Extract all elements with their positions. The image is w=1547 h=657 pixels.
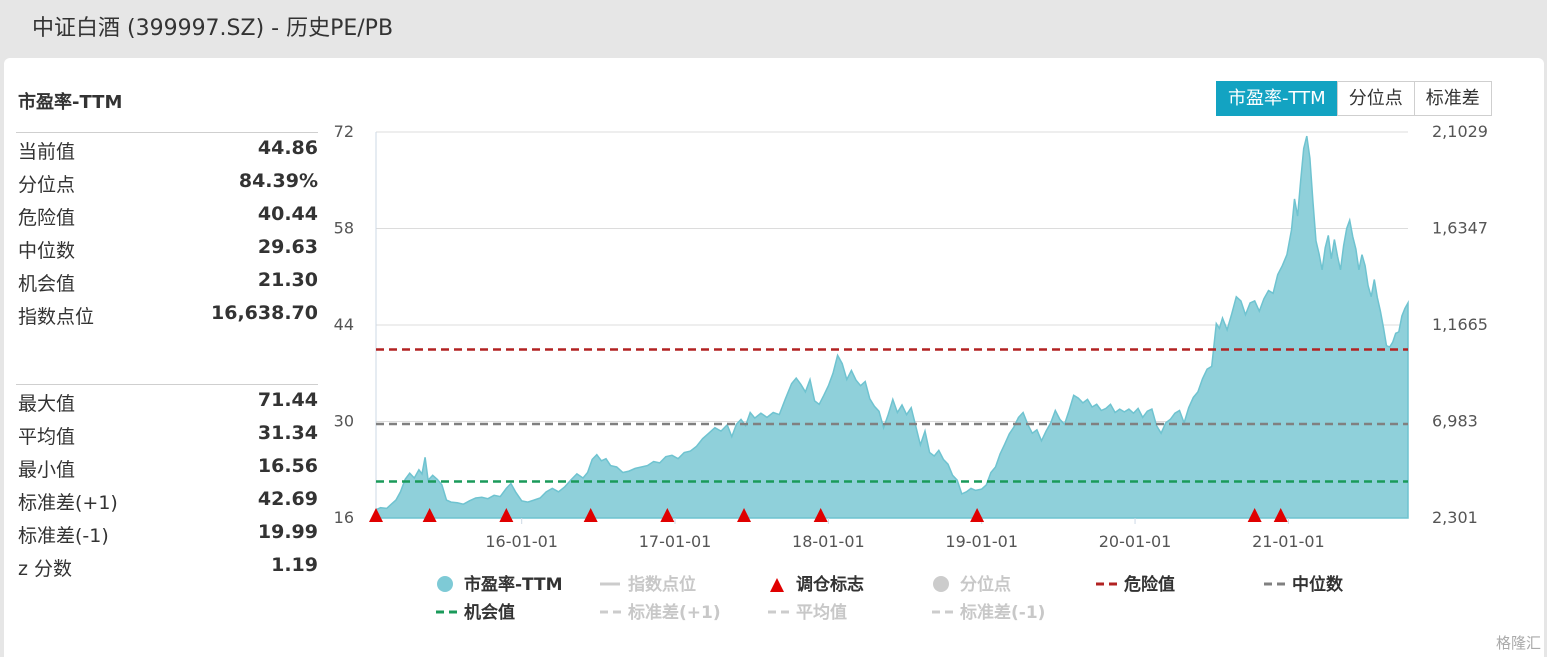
legend-item[interactable]: 机会值	[436, 602, 515, 623]
y-left-tick: 16	[334, 508, 354, 527]
y-right-tick: 6,983	[1432, 412, 1478, 431]
y-left-tick: 44	[334, 315, 354, 334]
legend-item[interactable]: 指数点位	[600, 574, 696, 595]
legend-label: 机会值	[464, 602, 515, 623]
legend-item[interactable]: 中位数	[1264, 574, 1344, 595]
x-tick-label: 18-01-01	[792, 532, 865, 551]
legend-label: 分位点	[960, 574, 1011, 595]
y-right-tick: 2,1029	[1432, 122, 1488, 141]
legend-item[interactable]: 分位点	[933, 574, 1011, 595]
legend-label: 指数点位	[628, 574, 696, 595]
legend-label: 市盈率-TTM	[464, 574, 563, 595]
y-right-tick: 1,1665	[1432, 315, 1488, 334]
pe-chart: 16 2,301 30 6,983 44 1,1665 58 1,6347 72 2,1029 16…	[334, 122, 1488, 623]
legend-item[interactable]: 市盈率-TTM	[437, 574, 563, 595]
legend-label: 危险值	[1123, 574, 1175, 595]
x-tick-label: 16-01-01	[485, 532, 558, 551]
y-right-tick: 1,6347	[1432, 219, 1488, 238]
pe-area-series	[375, 135, 1409, 519]
legend-label: 标准差(+1)	[628, 602, 721, 623]
legend-triangle-icon	[770, 578, 784, 592]
y-left-tick: 58	[334, 219, 354, 238]
watermark: 格隆汇	[1495, 634, 1541, 652]
legend-label: 标准差(-1)	[960, 602, 1045, 623]
x-tick-label: 17-01-01	[639, 532, 712, 551]
legend-item[interactable]: 平均值	[768, 602, 847, 623]
legend-item[interactable]: 调仓标志	[770, 574, 864, 595]
legend-item[interactable]: 危险值	[1096, 574, 1175, 595]
x-tick-label: 19-01-01	[945, 532, 1018, 551]
legend-label: 平均值	[796, 602, 847, 623]
legend-circle-icon	[933, 576, 949, 592]
legend-circle-icon	[437, 576, 453, 592]
legend-label: 中位数	[1292, 574, 1344, 595]
y-left-tick: 30	[334, 412, 354, 431]
legend-label: 调仓标志	[796, 574, 864, 595]
x-tick-label: 21-01-01	[1252, 532, 1325, 551]
legend-item[interactable]: 标准差(-1)	[932, 602, 1045, 623]
x-tick-label: 20-01-01	[1099, 532, 1172, 551]
y-left-tick: 72	[334, 122, 354, 141]
y-right-tick: 2,301	[1432, 508, 1478, 527]
legend-item[interactable]: 标准差(+1)	[600, 602, 721, 623]
